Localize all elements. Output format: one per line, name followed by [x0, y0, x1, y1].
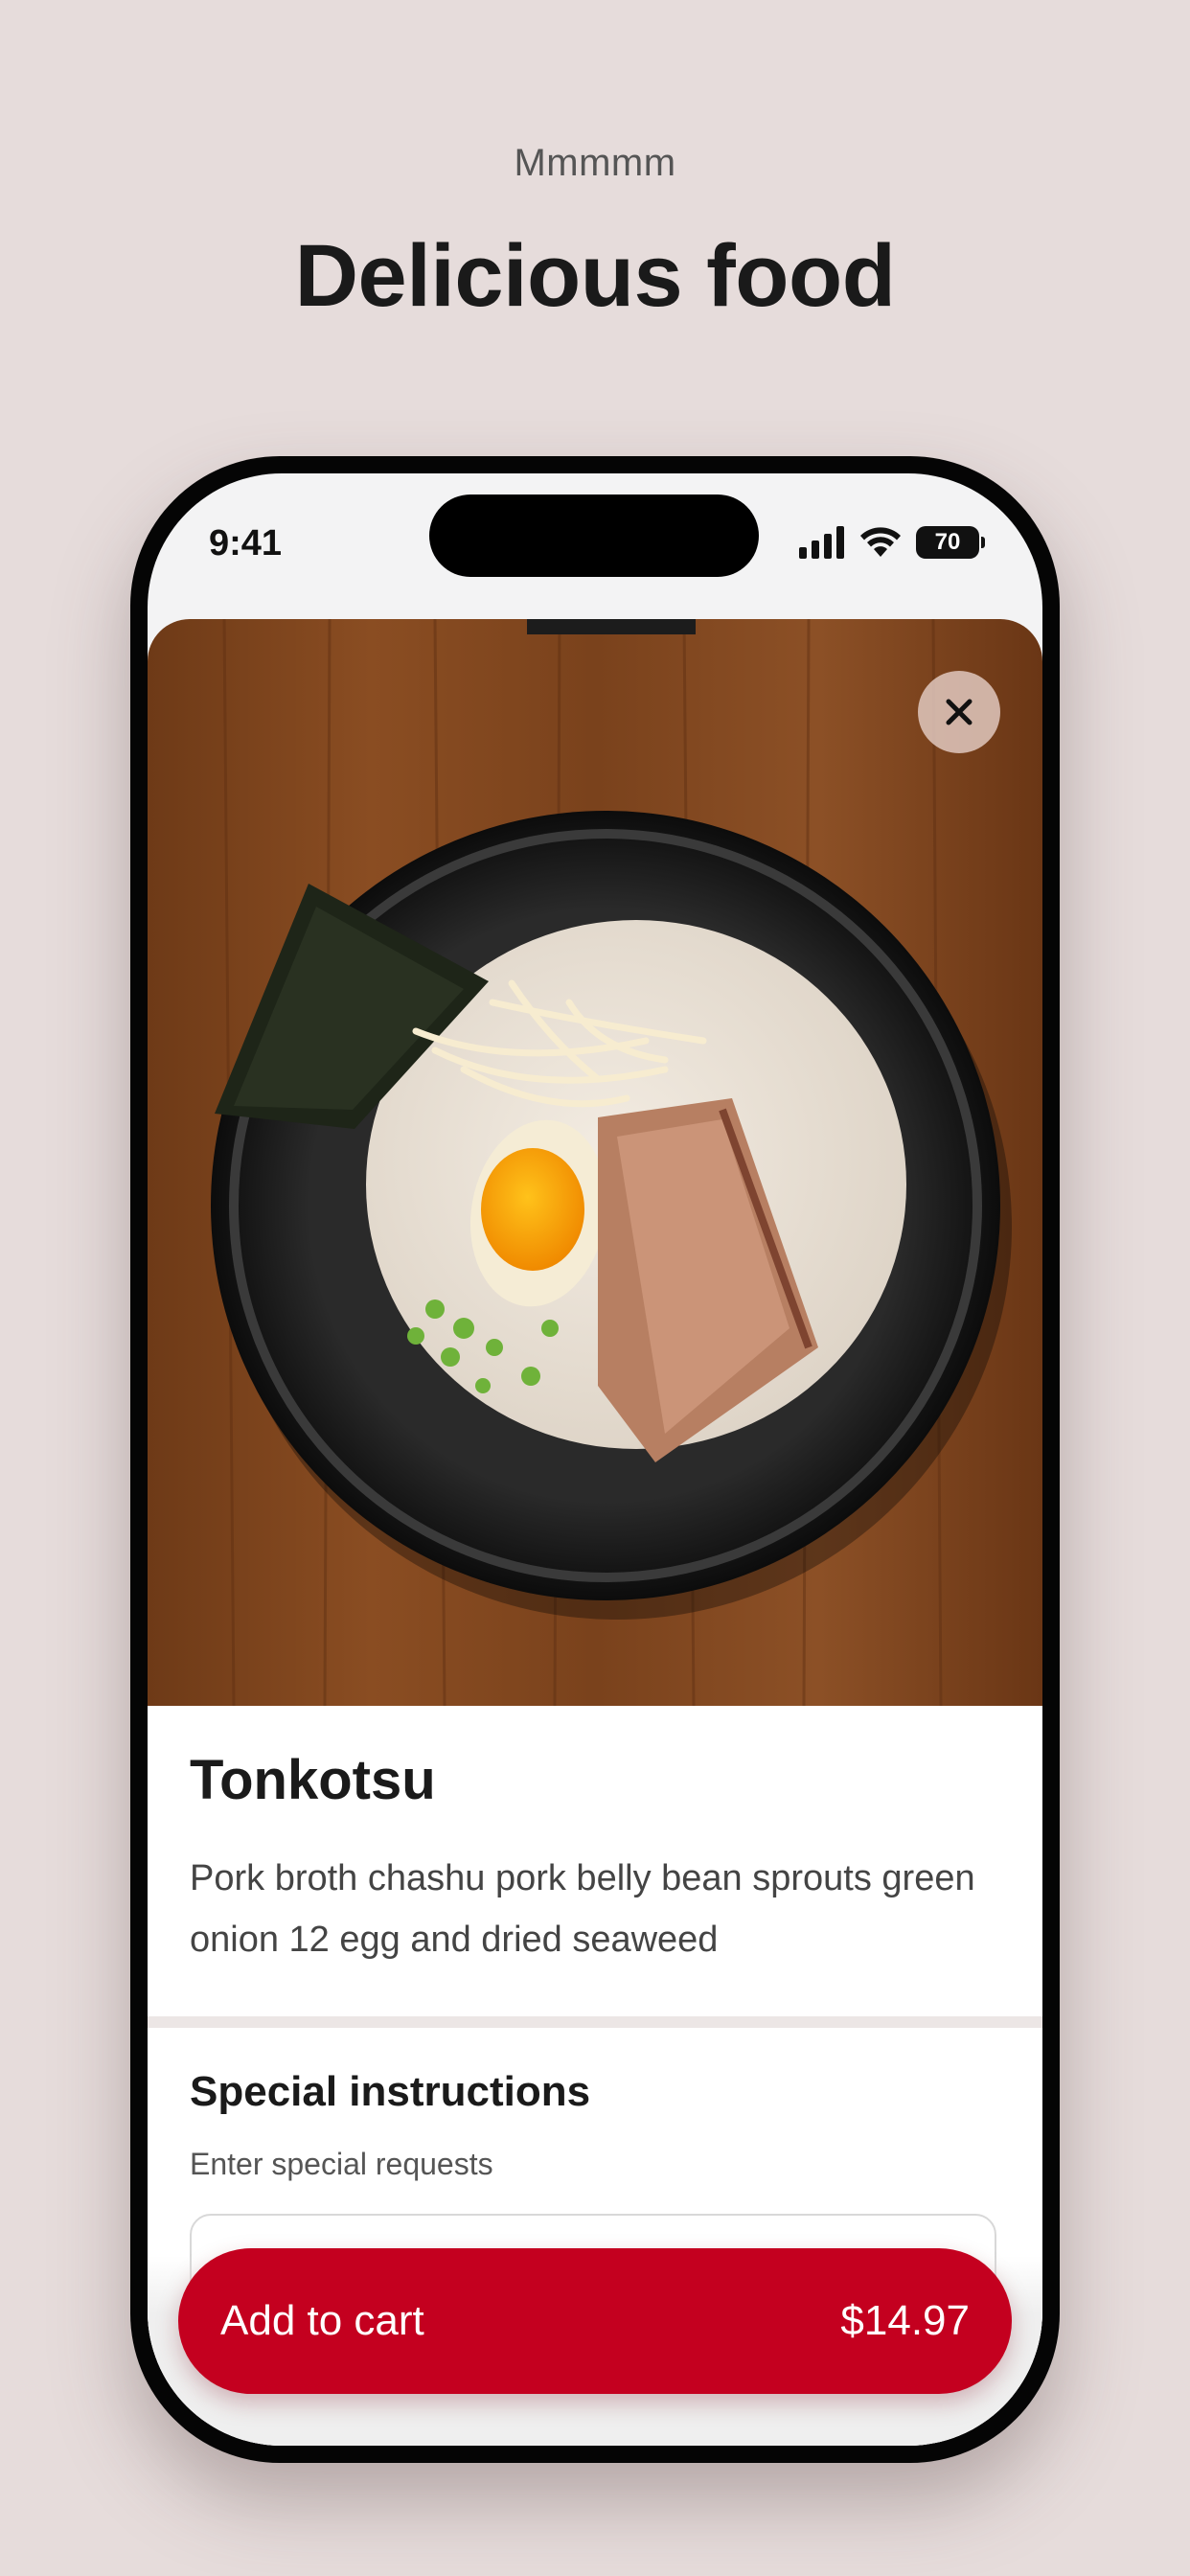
add-to-cart-label: Add to cart: [220, 2297, 424, 2344]
status-icons: 70: [799, 523, 985, 562]
section-divider: [148, 2016, 1042, 2028]
close-button[interactable]: [918, 671, 1000, 753]
cart-price: $14.97: [840, 2297, 970, 2344]
special-instructions-hint: Enter special requests: [190, 2147, 493, 2181]
close-icon: [946, 699, 973, 725]
status-bar: 9:41 70: [148, 473, 1042, 617]
page-eyebrow: Mmmmm: [514, 142, 676, 184]
item-detail-sheet: Tonkotsu Pork broth chashu pork belly be…: [148, 619, 1042, 2446]
add-to-cart-button[interactable]: Add to cart $14.97: [178, 2248, 1012, 2394]
special-instructions-title: Special instructions: [190, 2068, 591, 2115]
wifi-icon: [860, 527, 901, 557]
phone-screen: 9:41 70 Tonkotsu Pork broth chashu pork …: [148, 473, 1042, 2446]
dish-description: Pork broth chashu pork belly bean sprout…: [190, 1858, 975, 1960]
ramen-bowl-image: [148, 619, 1042, 1706]
dish-title: Tonkotsu: [190, 1749, 436, 1811]
status-time: 9:41: [209, 523, 283, 564]
signal-icon: [799, 526, 844, 559]
battery-icon: 70: [916, 526, 985, 559]
page-headline: Delicious food: [294, 227, 896, 325]
phone-frame: 9:41 70 Tonkotsu Pork broth chashu pork …: [130, 456, 1060, 2463]
dynamic-island: [429, 494, 759, 577]
